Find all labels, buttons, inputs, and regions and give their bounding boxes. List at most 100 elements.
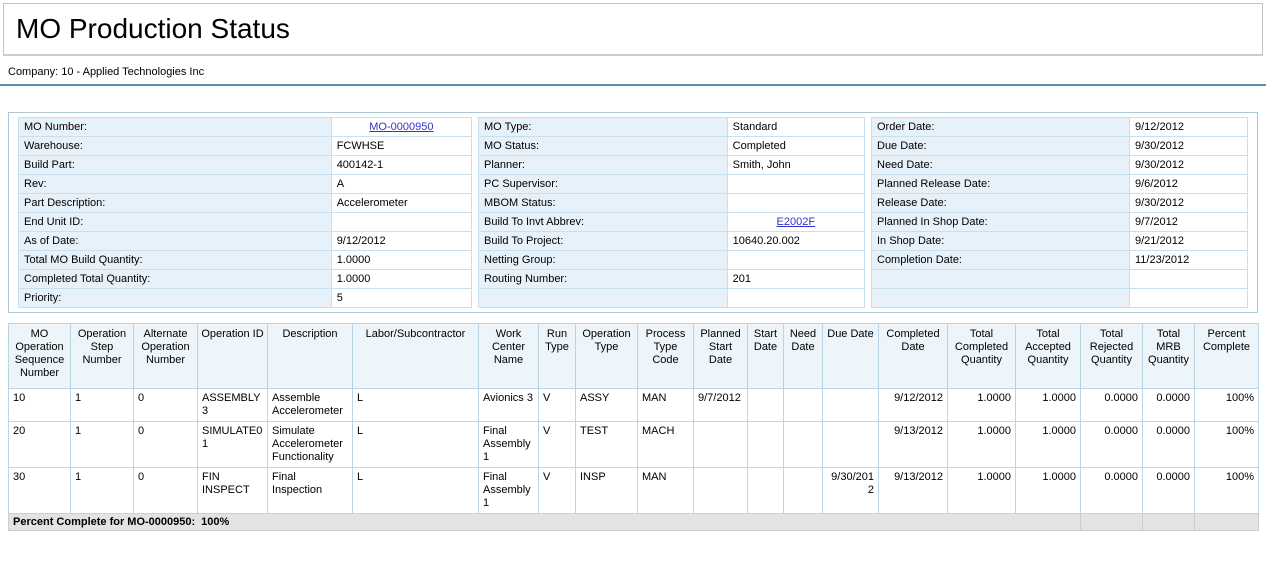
summary-column: MO Type:StandardMO Status:CompletedPlann… xyxy=(478,117,865,308)
ops-column-header: Due Date xyxy=(823,324,879,389)
ops-cell: V xyxy=(539,468,576,514)
field-value: Smith, John xyxy=(727,156,864,175)
ops-cell: V xyxy=(539,389,576,422)
ops-cell: TEST xyxy=(576,422,638,468)
field-value: E2002F xyxy=(727,213,864,232)
ops-cell: ASSY xyxy=(576,389,638,422)
field-value: Completed xyxy=(727,137,864,156)
summary-row: MO Type:Standard xyxy=(479,118,865,137)
field-label: Build To Project: xyxy=(479,232,728,251)
ops-cell: L xyxy=(353,422,479,468)
ops-cell: 9/7/2012 xyxy=(694,389,748,422)
field-label: Rev: xyxy=(19,175,332,194)
ops-cell: 0 xyxy=(134,468,198,514)
ops-footer-cell xyxy=(1081,514,1143,531)
field-label xyxy=(872,289,1130,308)
ops-cell: 0.0000 xyxy=(1081,422,1143,468)
summary-row: Build To Project:10640.20.002 xyxy=(479,232,865,251)
ops-column-header: Work Center Name xyxy=(479,324,539,389)
ops-cell: INSP xyxy=(576,468,638,514)
mo-number-link[interactable]: MO-0000950 xyxy=(369,121,433,133)
field-label: Completion Date: xyxy=(872,251,1130,270)
summary-grid: MO Number:MO-0000950Warehouse:FCWHSEBuil… xyxy=(18,117,1248,308)
ops-cell: L xyxy=(353,389,479,422)
ops-column-header: Percent Complete xyxy=(1195,324,1259,389)
ops-cell xyxy=(748,422,784,468)
ops-cell: MAN xyxy=(638,468,694,514)
summary-row: Routing Number:201 xyxy=(479,270,865,289)
field-label: As of Date: xyxy=(19,232,332,251)
ops-column-header: Process Type Code xyxy=(638,324,694,389)
summary-row: Priority:5 xyxy=(19,289,472,308)
summary-row: Build To Invt Abbrev: E2002F xyxy=(479,213,865,232)
ops-column-header: Alternate Operation Number xyxy=(134,324,198,389)
ops-cell xyxy=(784,389,823,422)
ops-cell: ASSEMBLY 3 xyxy=(198,389,268,422)
ops-cell: 100% xyxy=(1195,389,1259,422)
field-label: Priority: xyxy=(19,289,332,308)
ops-cell xyxy=(823,389,879,422)
field-label: Build To Invt Abbrev: xyxy=(479,213,728,232)
field-value xyxy=(727,289,864,308)
field-label: Need Date: xyxy=(872,156,1130,175)
ops-column-header: Total Accepted Quantity xyxy=(1016,324,1081,389)
ops-cell: 1.0000 xyxy=(948,468,1016,514)
field-label: Planned Release Date: xyxy=(872,175,1130,194)
field-label: Planned In Shop Date: xyxy=(872,213,1130,232)
field-label: PC Supervisor: xyxy=(479,175,728,194)
ops-footer-cell xyxy=(1195,514,1259,531)
ops-cell: Final Assembly 1 xyxy=(479,422,539,468)
ops-cell xyxy=(784,468,823,514)
ops-footer-cell xyxy=(1143,514,1195,531)
field-label: Completed Total Quantity: xyxy=(19,270,332,289)
ops-cell: Final Assembly 1 xyxy=(479,468,539,514)
ops-column-header: Operation Type xyxy=(576,324,638,389)
company-value: 10 - Applied Technologies Inc xyxy=(61,66,204,78)
build-to-invt-abbrev-link[interactable]: E2002F xyxy=(777,216,816,228)
summary-row: Build Part:400142-1 xyxy=(19,156,472,175)
field-value: 5 xyxy=(331,289,471,308)
field-label: Release Date: xyxy=(872,194,1130,213)
field-value: 9/30/2012 xyxy=(1130,156,1248,175)
ops-cell: 0.0000 xyxy=(1143,389,1195,422)
ops-footer-label: Percent Complete for MO-0000950: xyxy=(13,516,195,528)
ops-column-header: Operation ID xyxy=(198,324,268,389)
field-value: 11/23/2012 xyxy=(1130,251,1248,270)
ops-cell: 20 xyxy=(9,422,71,468)
summary-row: End Unit ID: xyxy=(19,213,472,232)
ops-cell: 1.0000 xyxy=(1016,468,1081,514)
field-value: Accelerometer xyxy=(331,194,471,213)
summary-row: Planned Release Date:9/6/2012 xyxy=(872,175,1248,194)
ops-header-row: MO Operation Sequence NumberOperation St… xyxy=(9,324,1259,389)
summary-row: PC Supervisor: xyxy=(479,175,865,194)
page-title-box: MO Production Status xyxy=(3,3,1263,56)
ops-cell: 0.0000 xyxy=(1143,422,1195,468)
summary-row: Part Description:Accelerometer xyxy=(19,194,472,213)
ops-column-header: Labor/Subcontractor xyxy=(353,324,479,389)
field-value xyxy=(331,213,471,232)
summary-column: MO Number:MO-0000950Warehouse:FCWHSEBuil… xyxy=(18,117,472,308)
field-value: 9/7/2012 xyxy=(1130,213,1248,232)
ops-cell: 1.0000 xyxy=(1016,422,1081,468)
ops-cell: 0.0000 xyxy=(1143,468,1195,514)
ops-cell: 1.0000 xyxy=(948,422,1016,468)
field-value: 9/21/2012 xyxy=(1130,232,1248,251)
field-label: Netting Group: xyxy=(479,251,728,270)
field-value xyxy=(727,194,864,213)
ops-cell: Final Inspection xyxy=(268,468,353,514)
mo-summary-panel: MO Number:MO-0000950Warehouse:FCWHSEBuil… xyxy=(8,112,1258,313)
field-value xyxy=(1130,289,1248,308)
ops-row: 3010FIN INSPECTFinal InspectionLFinal As… xyxy=(9,468,1259,514)
ops-column-header: Operation Step Number xyxy=(71,324,134,389)
ops-cell: 9/13/2012 xyxy=(879,422,948,468)
summary-row: In Shop Date:9/21/2012 xyxy=(872,232,1248,251)
summary-row: MO Number: MO-0000950 xyxy=(19,118,472,137)
summary-row: Rev:A xyxy=(19,175,472,194)
ops-cell: 9/12/2012 xyxy=(879,389,948,422)
field-label: MO Number: xyxy=(19,118,332,137)
summary-row xyxy=(872,270,1248,289)
ops-footer-value: 100% xyxy=(201,516,229,528)
ops-cell xyxy=(748,389,784,422)
field-value: 1.0000 xyxy=(331,270,471,289)
ops-cell: Assemble Accelerometer xyxy=(268,389,353,422)
